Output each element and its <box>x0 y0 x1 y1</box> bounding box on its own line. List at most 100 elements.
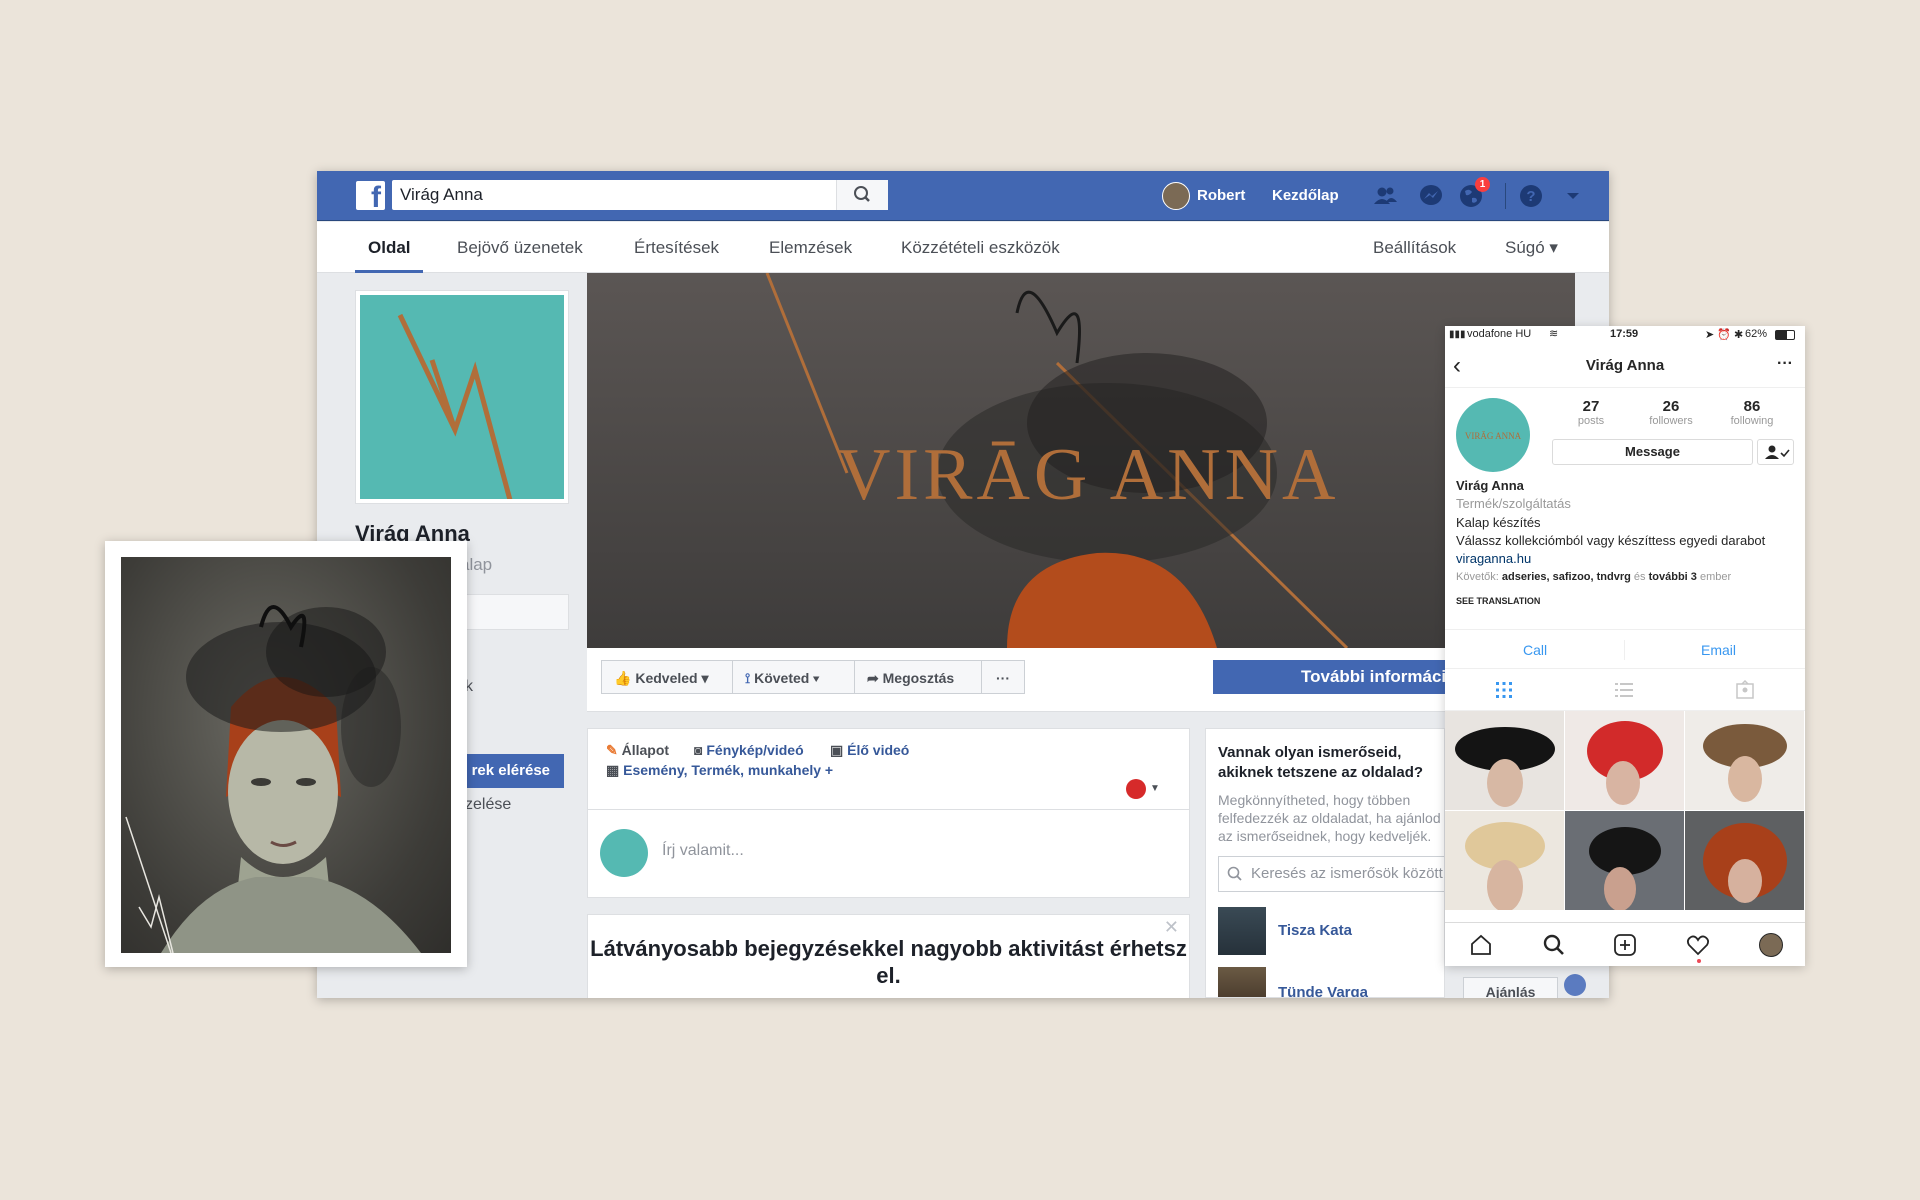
tab-oldal[interactable]: Oldal <box>368 222 411 273</box>
friend-photo[interactable] <box>1218 967 1266 997</box>
carrier-label: vodafone HU <box>1467 328 1532 340</box>
followed-by-names: adseries, safizoo, tndvrg <box>1501 571 1631 583</box>
followers-count[interactable]: 26 followers <box>1641 398 1701 427</box>
friend-name[interactable]: Tisza Kata <box>1278 922 1352 939</box>
friend-search-placeholder: Keresés az ismerősök között <box>1251 865 1443 882</box>
add-post-icon[interactable] <box>1613 933 1637 957</box>
invite-button[interactable]: Ajánlás <box>1463 977 1558 998</box>
composer-status-option[interactable]: ✎ Állapot <box>606 742 669 759</box>
follow-button[interactable]: ⟟ Követed ▾ <box>732 660 855 694</box>
calendar-icon: ▦ <box>606 762 624 778</box>
heart-icon[interactable] <box>1686 933 1710 957</box>
left-nav-link-2[interactable]: zelése <box>465 796 511 814</box>
call-button[interactable]: Call <box>1523 630 1547 670</box>
profile-avatar[interactable]: VIRĀG ANNA <box>1456 398 1530 472</box>
invite-friends-card: Vannak olyan ismerőseid, akiknek tetszen… <box>1205 728 1445 998</box>
battery-percent: 62% <box>1745 328 1768 340</box>
composer-live-label: Élő videó <box>847 742 910 758</box>
invite-description: Megkönnyítheted, hogy többen felfedezzék… <box>1218 792 1441 844</box>
follow-button-label: Követed ▾ <box>754 670 820 686</box>
tab-bejovo-uzenetek[interactable]: Bejövő üzenetek <box>457 222 583 273</box>
composer-more-option[interactable]: ▦ Esemény, Termék, munkahely + <box>606 762 833 779</box>
see-translation-link[interactable]: SEE TRANSLATION <box>1456 596 1540 606</box>
page-profile-picture[interactable] <box>355 290 569 504</box>
post-composer: ✎ Állapot ◙ Fénykép/videó ▣ Élő videó ▦ … <box>587 728 1190 898</box>
home-icon[interactable] <box>1469 934 1493 956</box>
profile-username-title: Virág Anna <box>1585 357 1665 374</box>
signal-icon: ▮▮▮ <box>1449 329 1466 340</box>
identity-chevron-down-icon[interactable]: ▼ <box>1150 779 1160 799</box>
composer-photo-label: Fénykép/videó <box>706 742 804 758</box>
share-button[interactable]: ➦ Megosztás <box>854 660 982 694</box>
followed-by-and: és <box>1633 571 1646 583</box>
list-view-icon[interactable] <box>1615 681 1633 699</box>
va-logo-icon <box>360 295 564 501</box>
tab-kozzeteteli-eszkozok[interactable]: Közzétételi eszközök <box>901 222 1060 273</box>
user-avatar[interactable] <box>1162 182 1190 210</box>
composer-photo-option[interactable]: ◙ Fénykép/videó <box>694 742 804 758</box>
messenger-icon[interactable] <box>1417 182 1445 210</box>
posts-count[interactable]: 27 posts <box>1561 398 1621 427</box>
svg-text:VIRĀG ANNA: VIRĀG ANNA <box>1465 431 1522 441</box>
video-camera-icon: ▣ <box>830 742 848 758</box>
facebook-logo-icon[interactable]: f <box>356 181 385 210</box>
profile-tab-avatar[interactable] <box>1759 933 1783 957</box>
pencil-icon: ✎ <box>606 742 622 758</box>
message-button[interactable]: Message <box>1552 439 1753 465</box>
friend-name[interactable]: Tünde Varga <box>1278 984 1368 997</box>
tab-elemzesek[interactable]: Elemzések <box>769 222 852 273</box>
profile-category: Termék/szolgáltatás <box>1456 496 1571 511</box>
following-dropdown-button[interactable] <box>1757 439 1794 465</box>
friend-search-input[interactable]: Keresés az ismerősök között <box>1218 856 1444 892</box>
cover-title-text: VIRĀG ANNA <box>837 434 1340 516</box>
followers-count-label: followers <box>1649 415 1693 427</box>
search-button[interactable] <box>836 180 888 210</box>
website-link[interactable]: viraganna.hu <box>1456 551 1531 566</box>
search-icon[interactable] <box>1542 933 1566 957</box>
page-action-bar: 👍 Kedveled ▾ ⟟ Követed ▾ ➦ Megosztás ···… <box>587 648 1575 712</box>
more-options-icon[interactable]: ··· <box>1777 344 1793 384</box>
activity-dot <box>1697 959 1701 963</box>
photo-thumbnail[interactable] <box>1445 811 1564 910</box>
tab-beallitasok[interactable]: Beállítások <box>1373 222 1456 273</box>
friends-icon[interactable] <box>1371 182 1399 210</box>
profile-name: Virág Anna <box>1456 478 1524 493</box>
composer-live-option[interactable]: ▣ Élő videó <box>830 742 909 759</box>
bio-line-2: Válassz kollekciómból vagy készíttess eg… <box>1456 533 1766 548</box>
cover-photo[interactable]: VIRĀG ANNA <box>587 273 1575 648</box>
model-portrait-image <box>121 557 451 953</box>
tagged-photos-icon[interactable] <box>1735 680 1755 700</box>
friend-photo[interactable] <box>1218 907 1266 955</box>
email-button[interactable]: Email <box>1701 630 1736 670</box>
photo-thumbnail[interactable] <box>1565 711 1684 810</box>
page-identity-switcher[interactable] <box>1126 779 1146 799</box>
home-link[interactable]: Kezdőlap <box>1272 171 1339 221</box>
more-options-button[interactable]: ··· <box>981 660 1025 694</box>
search-input[interactable]: Virág Anna <box>392 180 888 210</box>
globe-icon <box>1564 974 1586 996</box>
photo-thumbnail[interactable] <box>1685 711 1804 810</box>
grid-view-icon[interactable] <box>1495 681 1513 699</box>
wifi-icon: ≋ <box>1549 328 1559 340</box>
composer-more-label: Esemény, Termék, munkahely + <box>623 762 834 778</box>
photo-thumbnail[interactable] <box>1565 811 1684 910</box>
action-divider <box>1624 640 1625 660</box>
photo-thumbnail[interactable] <box>1445 711 1564 810</box>
account-menu-chevron-down-icon[interactable] <box>1559 182 1587 210</box>
location-alarm-bluetooth-icons: ➤ ⏰ ✱ <box>1705 329 1744 341</box>
photo-thumbnail[interactable] <box>1685 811 1804 910</box>
help-icon[interactable]: ? <box>1517 182 1545 210</box>
followers-count-value: 26 <box>1662 398 1680 415</box>
followed-by-text[interactable]: Követők: adseries, safizoo, tndvrg és to… <box>1456 571 1731 583</box>
tab-sugo[interactable]: Súgó ▾ <box>1505 222 1558 273</box>
invite-title: Vannak olyan ismerőseid, akiknek tetszen… <box>1218 744 1424 781</box>
page-nav: Oldal Bejövő üzenetek Értesítések Elemzé… <box>317 222 1609 273</box>
like-button[interactable]: 👍 Kedveled ▾ <box>601 660 733 694</box>
following-count[interactable]: 86 following <box>1722 398 1782 427</box>
active-tab-indicator <box>355 270 423 273</box>
search-input-value: Virág Anna <box>400 185 483 204</box>
user-name-link[interactable]: Robert <box>1197 171 1245 221</box>
tab-ertesitesek[interactable]: Értesítések <box>634 222 719 273</box>
composer-input-area[interactable]: Írj valamit... <box>588 809 1189 897</box>
battery-icon <box>1775 330 1795 340</box>
